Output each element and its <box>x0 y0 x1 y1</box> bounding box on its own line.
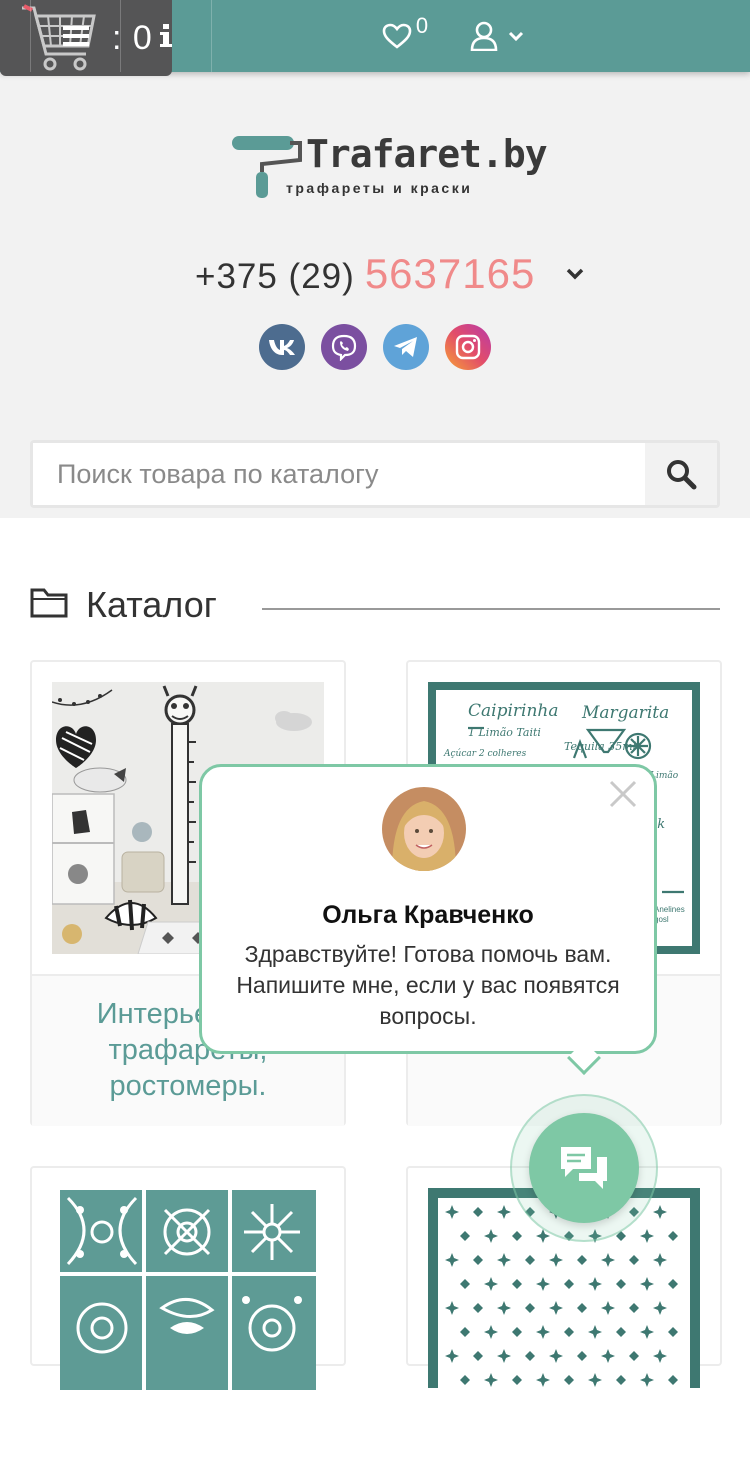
close-icon[interactable] <box>608 779 638 809</box>
chevron-down-icon <box>508 31 524 41</box>
hamburger-icon <box>62 26 89 46</box>
favorites-button[interactable]: 0 <box>370 0 440 72</box>
user-icon <box>470 21 498 51</box>
info-icon <box>160 24 172 47</box>
logo[interactable]: Trafaret.by трафареты и краски <box>228 132 548 202</box>
favorites-count: 0 <box>415 13 429 38</box>
phone-dropdown-icon[interactable] <box>566 268 584 280</box>
card2-lettering-2: Margarita <box>581 703 669 723</box>
info-button[interactable] <box>121 0 212 72</box>
logo-title: Trafaret.by <box>306 132 548 176</box>
search-input[interactable] <box>33 443 645 505</box>
catalog-card-tile-stencils[interactable] <box>30 1166 346 1390</box>
chat-popup: Ольга Кравченко Здравствуйте! Готова пом… <box>199 764 657 1054</box>
card2-lettering-1: Caipirinha <box>468 701 559 721</box>
social-links <box>259 324 491 370</box>
catalog-title: Каталог <box>86 584 217 625</box>
search-button[interactable] <box>645 443 717 505</box>
folder-icon <box>30 588 68 618</box>
phone-prefix: +375 (29) <box>195 257 355 296</box>
catalog-card-image <box>60 1190 316 1390</box>
telegram-icon[interactable] <box>383 324 429 370</box>
instagram-icon[interactable] <box>445 324 491 370</box>
card2-lettering-4: Açúcar 2 colheres <box>443 748 527 759</box>
phone-number[interactable]: +375 (29) 5637165 <box>195 250 535 298</box>
site-header: Trafaret.by трафареты и краски +375 (29)… <box>0 72 750 518</box>
account-button[interactable] <box>462 0 532 72</box>
logo-subtitle: трафареты и краски <box>286 180 473 196</box>
menu-button[interactable] <box>30 0 121 72</box>
top-bar: 0 : 0 <box>0 0 750 76</box>
chat-bubbles-icon <box>561 1147 607 1189</box>
agent-message: Здравствуйте! Готова помочь вам. Напишит… <box>236 941 620 1029</box>
agent-name: Ольга Кравченко <box>322 901 534 929</box>
vk-icon[interactable] <box>259 324 305 370</box>
phone-main: 5637165 <box>364 250 536 297</box>
chat-button[interactable] <box>529 1113 639 1223</box>
catalog-divider <box>262 608 720 610</box>
search-icon <box>667 460 697 490</box>
catalog-heading: Каталог <box>30 580 720 630</box>
search-bar <box>30 440 720 508</box>
heart-icon <box>382 23 412 49</box>
chat-launcher[interactable] <box>510 1094 658 1242</box>
svg-text:Anelines: Anelines <box>654 905 685 914</box>
viber-icon[interactable] <box>321 324 367 370</box>
avatar <box>382 787 466 871</box>
